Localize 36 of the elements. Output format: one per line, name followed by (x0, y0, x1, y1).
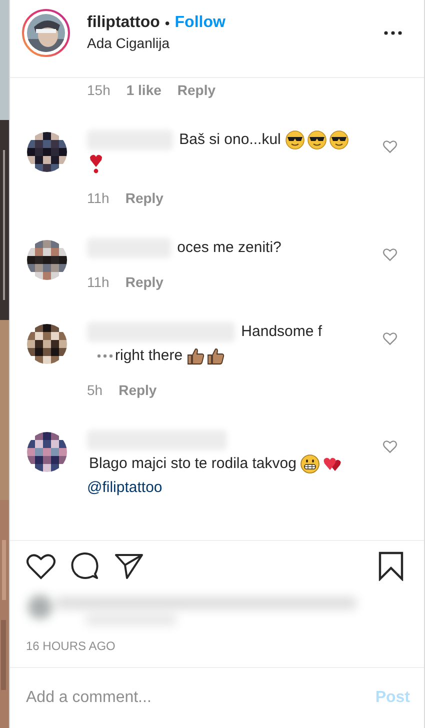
thumbs-up-icon (186, 347, 205, 366)
location-link[interactable]: Ada Ciganlija (87, 35, 384, 51)
sunglasses-face-icon (306, 130, 327, 150)
share-icon[interactable] (114, 552, 144, 580)
bookmark-icon[interactable] (378, 551, 404, 581)
comment-time: 5h (87, 382, 103, 398)
separator-dot: • (164, 15, 170, 31)
more-options-icon[interactable] (384, 30, 402, 34)
comment-time: 15h (87, 82, 110, 98)
sunglasses-face-icon (284, 130, 305, 150)
more-icon[interactable] (97, 354, 113, 358)
comment-text: te rodila takvog (194, 455, 296, 472)
mention-link[interactable]: @filiptattoo (87, 476, 162, 500)
comment-text: Baš si ono...kul (179, 131, 281, 148)
grinning-face-icon (300, 454, 320, 474)
username-link[interactable]: filiptattoo (87, 14, 160, 32)
comment-icon[interactable] (70, 551, 100, 581)
reply-button[interactable]: Reply (125, 190, 164, 206)
reply-button[interactable]: Reply (177, 82, 216, 98)
comment-text: Blago majci sto (89, 455, 191, 472)
comment-time: 11h (87, 190, 110, 206)
profile-avatar[interactable] (22, 8, 70, 56)
reply-button[interactable]: Reply (118, 382, 157, 398)
comment-input[interactable]: Add a comment... (26, 689, 376, 707)
comment-text: right there (115, 347, 183, 364)
thumbs-up-icon (206, 347, 225, 366)
likes-count-link[interactable]: 1 like (126, 82, 162, 98)
heart-exclamation-icon (89, 154, 103, 174)
post-timestamp: 16 HOURS AGO (10, 631, 424, 668)
follow-button[interactable]: Follow (174, 14, 226, 32)
heart-icon[interactable] (26, 552, 56, 580)
sunglasses-face-icon (328, 130, 349, 150)
comment-text: Handsome f (241, 323, 322, 340)
comment-text: oces me zeniti? (177, 239, 282, 256)
reply-button[interactable]: Reply (125, 274, 164, 290)
comment-time: 11h (87, 274, 110, 290)
